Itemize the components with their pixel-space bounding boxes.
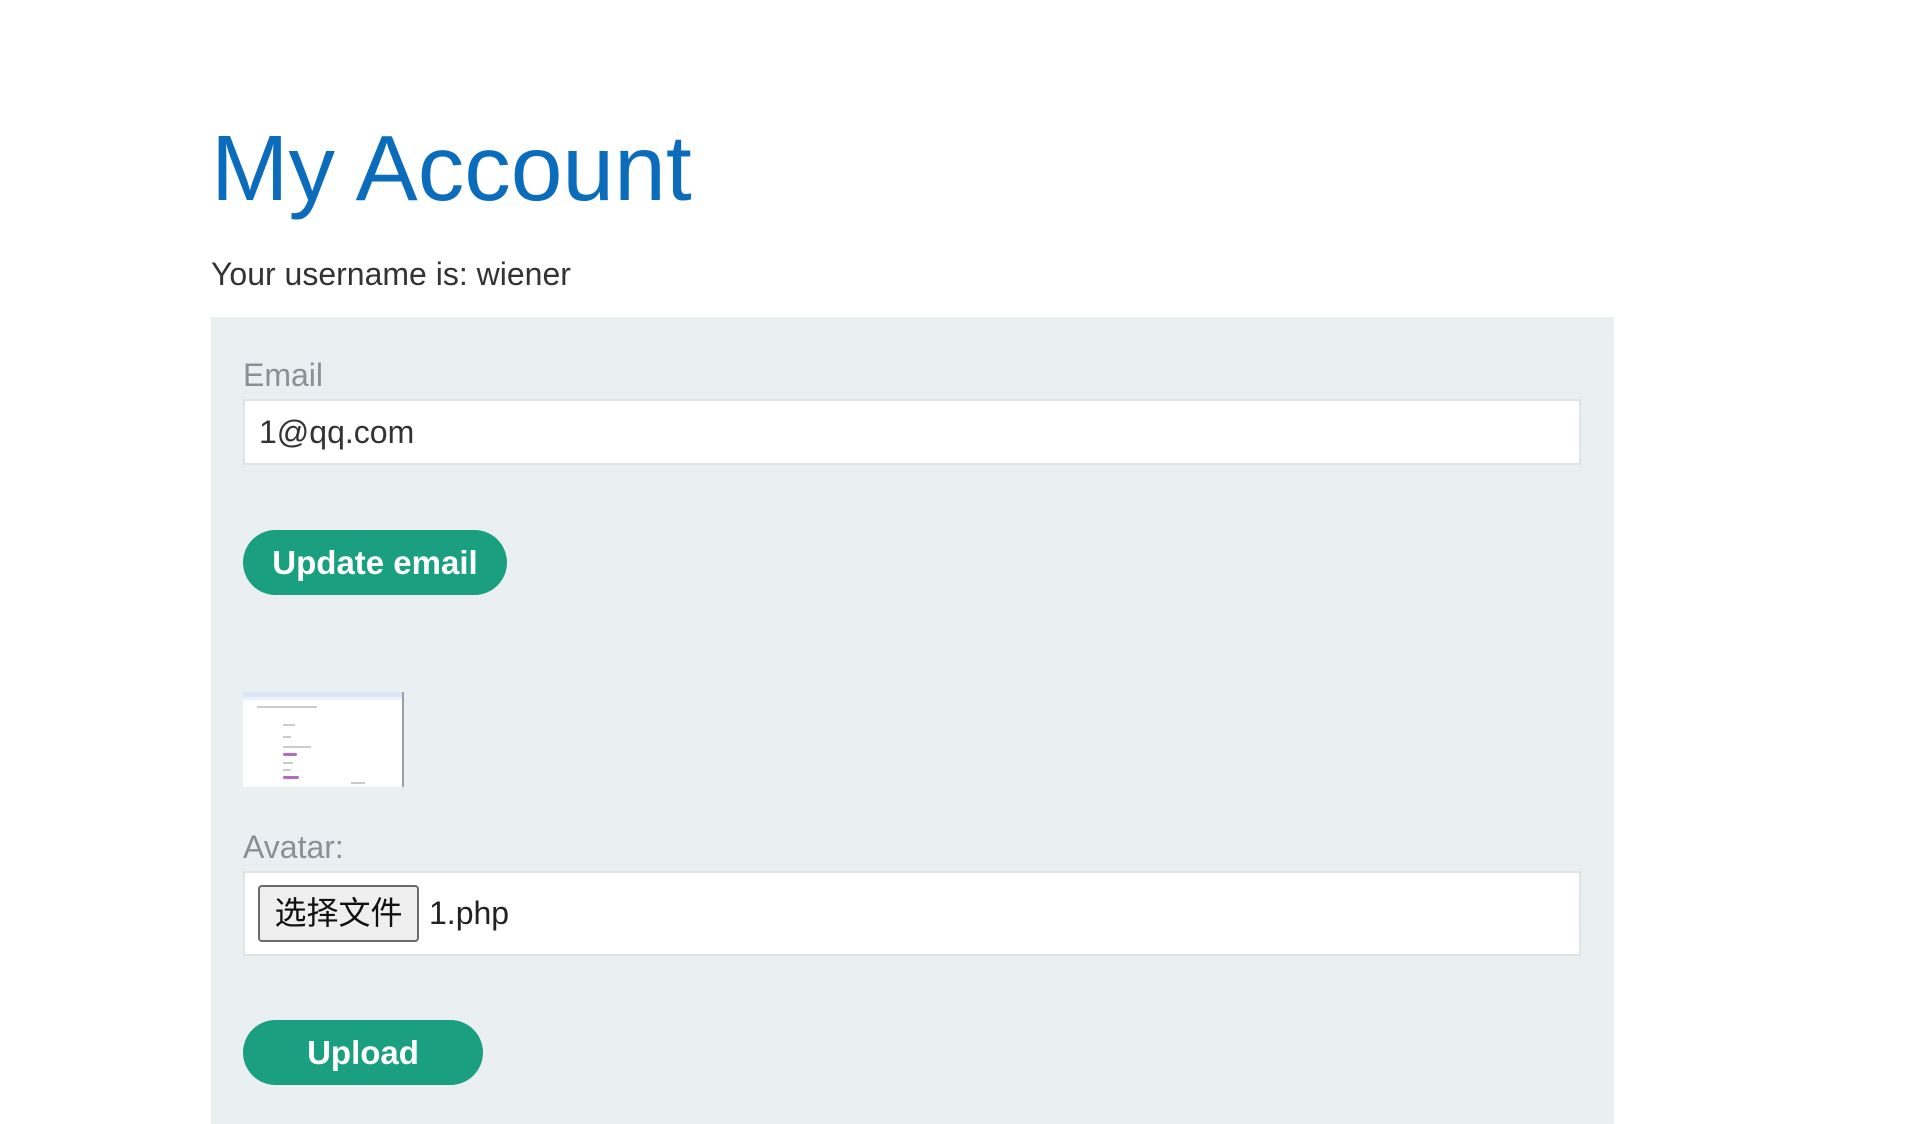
page: My Account Your username is: wiener Emai… xyxy=(0,0,1924,1124)
selected-file-name: 1.php xyxy=(429,895,510,931)
avatar-image xyxy=(243,692,404,787)
avatar-label: Avatar: xyxy=(243,829,344,865)
email-label: Email xyxy=(243,357,324,393)
page-title: My Account xyxy=(211,116,692,220)
update-email-button[interactable]: Update email xyxy=(243,530,507,595)
email-input[interactable] xyxy=(243,399,1581,465)
avatar-file-input[interactable]: 选择文件 1.php xyxy=(243,871,1581,956)
account-form-panel: Email Update email Avatar: 选择文件 1.php Up… xyxy=(211,317,1614,1124)
choose-file-button[interactable]: 选择文件 xyxy=(258,885,419,942)
upload-button[interactable]: Upload xyxy=(243,1020,483,1085)
username-text: Your username is: wiener xyxy=(211,256,571,292)
